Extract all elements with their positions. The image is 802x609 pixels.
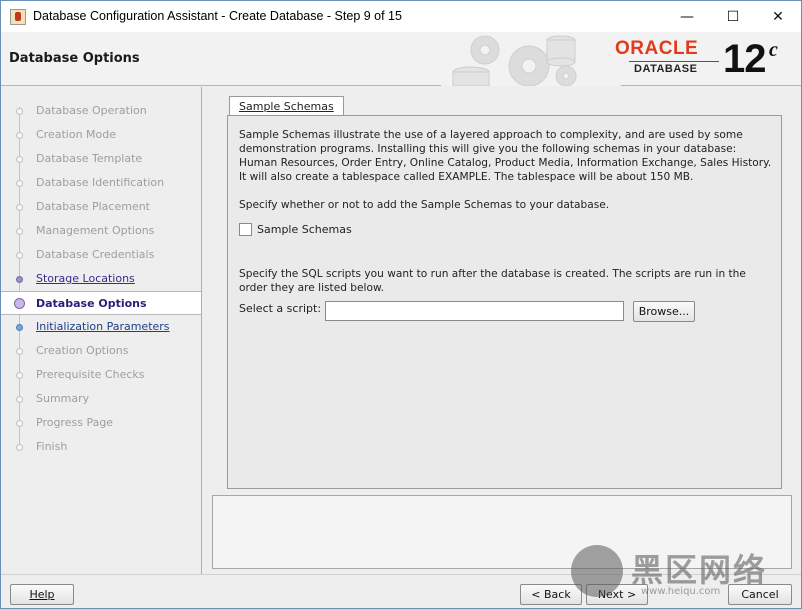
script-path-input[interactable] bbox=[325, 301, 624, 321]
dbca-window: Database Configuration Assistant - Creat… bbox=[0, 0, 802, 609]
help-button-label: Help bbox=[29, 588, 55, 601]
sample-schemas-option[interactable]: Sample Schemas bbox=[239, 221, 352, 237]
sidebar-step: Finish bbox=[1, 435, 201, 459]
step-indicator-icon bbox=[16, 396, 23, 403]
page-title: Database Options bbox=[9, 51, 140, 66]
sidebar-step[interactable]: Storage Locations bbox=[1, 267, 201, 291]
sidebar-step: Progress Page bbox=[1, 411, 201, 435]
step-indicator-icon bbox=[16, 132, 23, 139]
sidebar-step: Creation Options bbox=[1, 339, 201, 363]
sidebar-step: Database Template bbox=[1, 147, 201, 171]
oracle-brand-text: ORACLE bbox=[615, 38, 699, 59]
database-brand-text: DATABASE bbox=[634, 63, 698, 75]
footer-bar: Help < Back Next > Cancel bbox=[1, 574, 801, 608]
sidebar-step-label: Database Options bbox=[36, 297, 147, 310]
sidebar-step-label: Database Placement bbox=[36, 200, 150, 213]
sample-schemas-checkbox[interactable] bbox=[239, 222, 252, 236]
close-button[interactable]: ✕ bbox=[755, 1, 801, 32]
sidebar-step: Prerequisite Checks bbox=[1, 363, 201, 387]
step-indicator-icon bbox=[16, 348, 23, 355]
sidebar-step-label: Database Identification bbox=[36, 176, 165, 189]
sidebar-step-label: Summary bbox=[36, 392, 90, 405]
version-suffix: c bbox=[769, 39, 778, 61]
sidebar-step: Summary bbox=[1, 387, 201, 411]
logo-divider bbox=[629, 61, 719, 62]
back-button[interactable]: < Back bbox=[520, 584, 582, 605]
sidebar-step-label: Creation Mode bbox=[36, 128, 117, 141]
step-indicator-icon bbox=[14, 298, 25, 309]
sidebar-step-label: Management Options bbox=[36, 224, 155, 237]
minimize-button[interactable]: — bbox=[664, 1, 710, 32]
select-script-label: Select a script: bbox=[239, 302, 322, 315]
sidebar-step: Database Placement bbox=[1, 195, 201, 219]
sidebar-step: Database Identification bbox=[1, 171, 201, 195]
sidebar-step[interactable]: Database Options bbox=[1, 291, 201, 315]
sidebar-step: Management Options bbox=[1, 219, 201, 243]
sidebar-step-label: Database Credentials bbox=[36, 248, 155, 261]
sidebar-step-label: Initialization Parameters bbox=[36, 320, 170, 333]
title-bar: Database Configuration Assistant - Creat… bbox=[1, 1, 801, 32]
sidebar-step-label: Finish bbox=[36, 440, 68, 453]
version-number: 12 bbox=[723, 37, 766, 81]
specify-text: Specify whether or not to add the Sample… bbox=[239, 199, 610, 211]
sample-schemas-checkbox-label[interactable]: Sample Schemas bbox=[257, 223, 352, 236]
step-indicator-icon bbox=[16, 252, 23, 259]
maximize-button[interactable]: ☐ bbox=[710, 1, 756, 32]
step-indicator-icon bbox=[16, 444, 23, 451]
step-indicator-icon bbox=[16, 372, 23, 379]
next-button[interactable]: Next > bbox=[586, 584, 648, 605]
sidebar-step-label: Creation Options bbox=[36, 344, 129, 357]
step-indicator-icon bbox=[16, 420, 23, 427]
sidebar-step: Database Operation bbox=[1, 99, 201, 123]
step-indicator-icon bbox=[16, 108, 23, 115]
header-banner: Database Options ORACLE DATABASE 12 c bbox=[1, 32, 801, 86]
step-indicator-icon bbox=[16, 324, 23, 331]
sidebar-step: Database Credentials bbox=[1, 243, 201, 267]
sidebar-step-label: Database Template bbox=[36, 152, 143, 165]
sidebar-step-label: Prerequisite Checks bbox=[36, 368, 145, 381]
intro-text: Sample Schemas illustrate the use of a l… bbox=[239, 129, 772, 183]
sidebar-step-label: Progress Page bbox=[36, 416, 114, 429]
step-indicator-icon bbox=[16, 228, 23, 235]
step-indicator-icon bbox=[16, 180, 23, 187]
scripts-text: Specify the SQL scripts you want to run … bbox=[239, 268, 746, 294]
tab-sample-schemas[interactable]: Sample Schemas bbox=[229, 96, 344, 116]
sample-schemas-panel: Sample Schemas illustrate the use of a l… bbox=[227, 115, 782, 489]
message-area bbox=[212, 495, 792, 569]
sidebar-step-label: Storage Locations bbox=[36, 272, 135, 285]
cancel-button[interactable]: Cancel bbox=[728, 584, 792, 605]
help-button[interactable]: Help bbox=[10, 584, 74, 605]
oracle-logo: ORACLE DATABASE bbox=[615, 39, 721, 79]
step-indicator-icon bbox=[16, 204, 23, 211]
sidebar-step-label: Database Operation bbox=[36, 104, 147, 117]
main-content: Sample Schemas Sample Schemas illustrate… bbox=[202, 87, 801, 574]
tab-label: Sample Schemas bbox=[239, 100, 334, 113]
step-indicator-icon bbox=[16, 276, 23, 283]
java-app-icon bbox=[10, 9, 26, 25]
window-title: Database Configuration Assistant - Creat… bbox=[33, 9, 402, 23]
sidebar-step[interactable]: Initialization Parameters bbox=[1, 315, 201, 339]
steps-sidebar: Database Operation Creation Mode Database … bbox=[1, 87, 202, 574]
gears-decoration-icon bbox=[441, 32, 621, 86]
sidebar-step: Creation Mode bbox=[1, 123, 201, 147]
step-indicator-icon bbox=[16, 156, 23, 163]
browse-button[interactable]: Browse... bbox=[633, 301, 695, 322]
